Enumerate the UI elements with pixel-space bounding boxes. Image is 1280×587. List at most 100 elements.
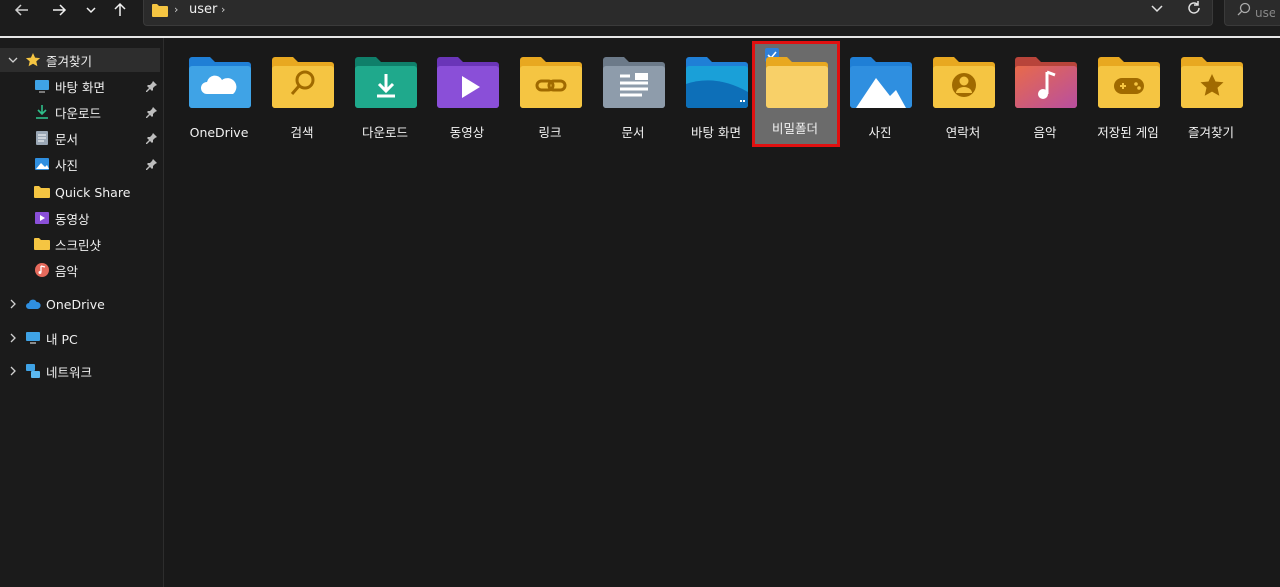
search-placeholder: user 검색 [1255, 6, 1275, 20]
sidebar-item-label: 사진 [55, 157, 79, 173]
sidebar-item-label: 다운로드 [55, 105, 102, 121]
onedrive-icon [26, 299, 41, 309]
saved-games-folder-icon [1098, 57, 1160, 108]
sidebar-item-label: 스크린샷 [55, 237, 102, 253]
sidebar-item-music[interactable]: 음악 [0, 258, 160, 282]
star-icon [25, 53, 41, 67]
document-icon [36, 131, 48, 145]
item-label: 동영상 [449, 125, 485, 140]
network-icon [26, 364, 40, 378]
chevron-right-icon[interactable] [8, 299, 18, 309]
sidebar-network[interactable]: 네트워크 [0, 359, 160, 383]
chevron-right-icon[interactable]: › [221, 3, 225, 16]
sidebar-label: 내 PC [46, 331, 78, 347]
refresh-icon[interactable] [1186, 0, 1202, 16]
search-icon [1237, 2, 1251, 16]
item-label: 바탕 화면 [691, 125, 741, 140]
videos-folder-icon [437, 57, 499, 108]
sidebar-item-label: 음악 [55, 263, 79, 279]
sidebar-label: OneDrive [46, 296, 105, 312]
chevron-right-icon: › [174, 3, 179, 16]
navigation-pane: 즐겨찾기 바탕 화면 다운로드 문서 사진 Quick Share 동영상 스크… [0, 38, 164, 587]
sidebar-label: 즐겨찾기 [46, 53, 93, 69]
sidebar-item-label: 문서 [55, 131, 79, 147]
favorites-folder-icon [1181, 57, 1243, 108]
documents-folder-icon [603, 57, 665, 108]
item-label: 검색 [290, 125, 314, 140]
chevron-right-icon[interactable] [8, 333, 18, 343]
search-box[interactable]: user 검색 [1224, 0, 1280, 26]
sidebar-onedrive[interactable]: OneDrive [0, 292, 160, 316]
sidebar-item-screenshots[interactable]: 스크린샷 [0, 232, 160, 256]
recent-locations-button[interactable] [77, 0, 105, 20]
item-label: OneDrive [189, 125, 249, 140]
sidebar-item-videos[interactable]: 동영상 [0, 206, 160, 230]
video-icon [35, 212, 49, 224]
arrow-left-icon [14, 4, 28, 16]
folder-item-documents[interactable]: 문서 [593, 44, 673, 154]
chevron-down-icon[interactable] [1150, 1, 1164, 15]
breadcrumb-user[interactable]: user [189, 2, 217, 17]
item-label: 저장된 게임 [1097, 125, 1159, 140]
contacts-folder-icon [933, 57, 995, 108]
folder-icon [766, 57, 828, 108]
chevron-down-icon [86, 7, 96, 14]
folder-item-secret-folder[interactable]: 비밀폴더 [752, 41, 840, 147]
search-folder-icon [272, 57, 334, 108]
sidebar-item-label: 동영상 [55, 211, 90, 227]
navigation-bar: › user › user 검색 [0, 0, 1280, 36]
music-folder-icon [1015, 57, 1077, 108]
pin-icon[interactable] [146, 158, 158, 170]
sidebar-this-pc[interactable]: 내 PC [0, 326, 160, 350]
sidebar-item-desktop[interactable]: 바탕 화면 [0, 74, 160, 98]
folder-item-favorites[interactable]: 즐겨찾기 [1171, 44, 1251, 154]
item-label: 음악 [1033, 125, 1057, 140]
folder-item-downloads[interactable]: 다운로드 [345, 44, 425, 154]
downloads-folder-icon [355, 57, 417, 108]
folder-icon [34, 238, 50, 250]
folder-icon [34, 186, 50, 198]
folder-item-desktop[interactable]: 바탕 화면 [676, 44, 756, 154]
sidebar-item-quick-share[interactable]: Quick Share [0, 180, 160, 204]
sidebar-item-documents[interactable]: 문서 [0, 126, 160, 150]
sidebar-item-downloads[interactable]: 다운로드 [0, 100, 160, 124]
folder-item-pictures[interactable]: 사진 [840, 44, 920, 154]
pin-icon[interactable] [146, 80, 158, 92]
onedrive-folder-icon [189, 57, 251, 108]
folder-item-saved-games[interactable]: 저장된 게임 [1088, 44, 1168, 154]
up-button[interactable] [106, 0, 134, 20]
pictures-folder-icon [850, 57, 912, 108]
folder-item-contacts[interactable]: 연락처 [923, 44, 1003, 154]
arrow-up-icon [114, 2, 126, 16]
back-button[interactable] [8, 0, 36, 20]
desktop-icon [35, 80, 49, 93]
file-view: OneDrive 검색 다운로드 동영상 링크 문서 바탕 화면 비밀폴더 사진 [165, 38, 1280, 587]
item-label: 연락처 [945, 125, 981, 140]
sidebar-item-pictures[interactable]: 사진 [0, 152, 160, 176]
arrow-right-icon [53, 4, 67, 16]
chevron-right-icon[interactable] [8, 366, 18, 376]
item-label: 링크 [538, 125, 562, 140]
desktop-folder-icon [686, 57, 748, 108]
sidebar-item-label: 바탕 화면 [55, 79, 105, 95]
links-folder-icon [520, 57, 582, 108]
folder-item-music[interactable]: 음악 [1005, 44, 1085, 154]
chevron-down-icon[interactable] [8, 55, 18, 65]
folder-item-search[interactable]: 검색 [262, 44, 342, 154]
folder-item-onedrive[interactable]: OneDrive [179, 44, 259, 154]
pin-icon[interactable] [146, 106, 158, 118]
music-icon [35, 263, 49, 277]
item-label: 즐겨찾기 [1187, 125, 1234, 140]
forward-button[interactable] [45, 0, 73, 20]
item-label: 문서 [621, 125, 645, 140]
address-bar[interactable]: › user › [143, 0, 1213, 26]
download-icon [36, 105, 48, 119]
item-label: 비밀폴더 [771, 121, 818, 136]
pictures-icon [35, 158, 49, 170]
folder-item-videos[interactable]: 동영상 [427, 44, 507, 154]
sidebar-quick-access[interactable]: 즐겨찾기 [0, 48, 160, 72]
sidebar-item-label: Quick Share [55, 184, 131, 200]
item-label: 사진 [868, 125, 892, 140]
folder-item-links[interactable]: 링크 [510, 44, 590, 154]
pin-icon[interactable] [146, 132, 158, 144]
